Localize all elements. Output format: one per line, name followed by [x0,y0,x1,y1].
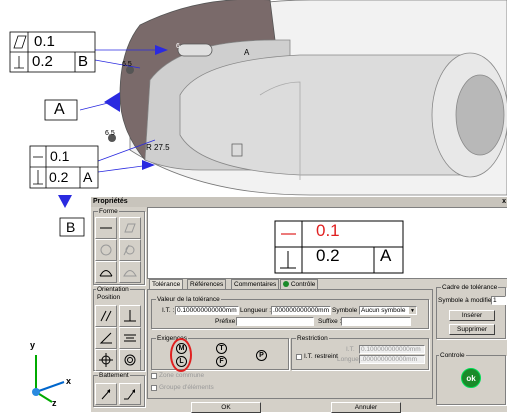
dialog-titlebar: Propriétés x [91,197,507,207]
controle-tab-icon [283,281,289,288]
symbole-modifier-label: Symbole à modifier : [438,297,498,304]
parallelism-button[interactable] [95,305,117,327]
fcf-top-row1-value: 0.1 [34,33,55,50]
prefixe-field[interactable] [236,317,314,326]
fcf-top-row2-value: 0.2 [32,53,53,70]
it-restreint-label: I.T. restreint [304,353,338,360]
inserer-button[interactable]: Insérer [449,310,495,321]
modifier-f-button[interactable]: F [216,356,227,367]
close-icon[interactable]: x [502,197,506,207]
properties-dialog: Propriétés x Forme Orientation Position … [90,196,507,413]
it-field[interactable]: 0.100000000000mm [175,306,239,315]
modifier-t-button[interactable]: T [216,343,227,354]
longueur-field[interactable]: .000000000000mm [271,306,331,315]
symbole-modifier-select[interactable]: 1 [491,296,506,305]
flatness-button[interactable] [119,217,141,239]
dim-label-3: 6.5 [105,130,115,137]
highlight-ellipse [170,338,192,372]
it-small-label: I.T. [346,346,355,353]
profile-surface-button[interactable] [119,261,141,283]
forme-label: Forme [98,208,119,215]
datum-b-label: B [66,219,76,235]
axis-z-label: z [52,398,57,408]
symbole-select[interactable]: Aucun symbole ▼ [359,306,417,315]
axis-x-label: x [66,376,72,386]
circular-runout-button[interactable] [95,383,117,405]
symbole-select-value: Aucun symbole [361,307,406,314]
longueur-label: Longueur : [240,307,272,314]
zone-commune-label: Zone commune [159,372,205,379]
ok-button[interactable]: OK [191,402,261,413]
restriction-label: Restriction [296,335,329,342]
position-label: Position [96,294,122,301]
groupe-elements-label: Groupe d'éléments [159,384,214,391]
groupe-elements-checkbox[interactable] [151,385,157,391]
fcf-bottom-row1-value: 0.1 [50,148,70,164]
fcf-bottom-row2-value: 0.2 [49,169,69,185]
radius-label: R 27.5 [146,143,170,152]
model-letter: A [244,48,250,57]
annuler-button[interactable]: Annuler [331,402,401,413]
symmetry-button[interactable] [119,327,141,349]
symbole-modifier-value: 1 [493,297,497,304]
datum-a-label: A [54,101,65,118]
dim-label-1: 6 [176,43,180,50]
battement-label: Battement [98,372,130,379]
fcf-bottom-row2-ref: A [83,169,93,185]
circularity-button[interactable] [95,239,117,261]
longueur-restreint-field[interactable]: .000000000000mm [359,355,425,364]
symbole-label: Symbole : [332,307,361,314]
dialog-title: Propriétés [93,198,128,205]
dim-label-2: 6.5 [122,61,132,68]
cylindricity-button[interactable] [119,239,141,261]
orientation-label: Orientation [96,286,130,293]
fcf-top-row2-ref: B [78,53,89,70]
preview-pane: 0.1 0.2 A [147,207,507,279]
preview-row1-value: 0.1 [316,221,340,240]
valeur-label: Valeur de la tolérance [156,296,221,303]
suffixe-field[interactable] [341,317,411,326]
perpendicularity-button[interactable] [119,305,141,327]
zone-commune-checkbox[interactable] [151,373,157,379]
preview-row2-value: 0.2 [316,246,340,265]
it-restreint-field[interactable]: 0.100000000000mm [359,345,425,354]
angularity-button[interactable] [95,327,117,349]
concentricity-button[interactable] [119,349,141,371]
cadre-label: Cadre de tolérance [441,284,499,291]
straightness-button[interactable] [95,217,117,239]
preview-row2-ref: A [380,246,392,265]
total-runout-button[interactable] [119,383,141,405]
modifier-p-button[interactable]: P [256,350,267,361]
controle-label: Controle [439,352,466,359]
supprimer-button[interactable]: Supprimer [449,324,495,335]
profile-line-button[interactable] [95,261,117,283]
it-restreint-checkbox[interactable] [296,354,302,360]
position-button[interactable] [95,349,117,371]
ok-check-icon[interactable]: ok [461,368,481,388]
tab-controle-label: Contrôle [290,281,316,288]
chevron-down-icon: ▼ [409,307,416,314]
it-label: I.T. : [162,307,175,314]
suffixe-label: Suffixe : [318,318,342,325]
axis-y-label: y [30,340,36,350]
